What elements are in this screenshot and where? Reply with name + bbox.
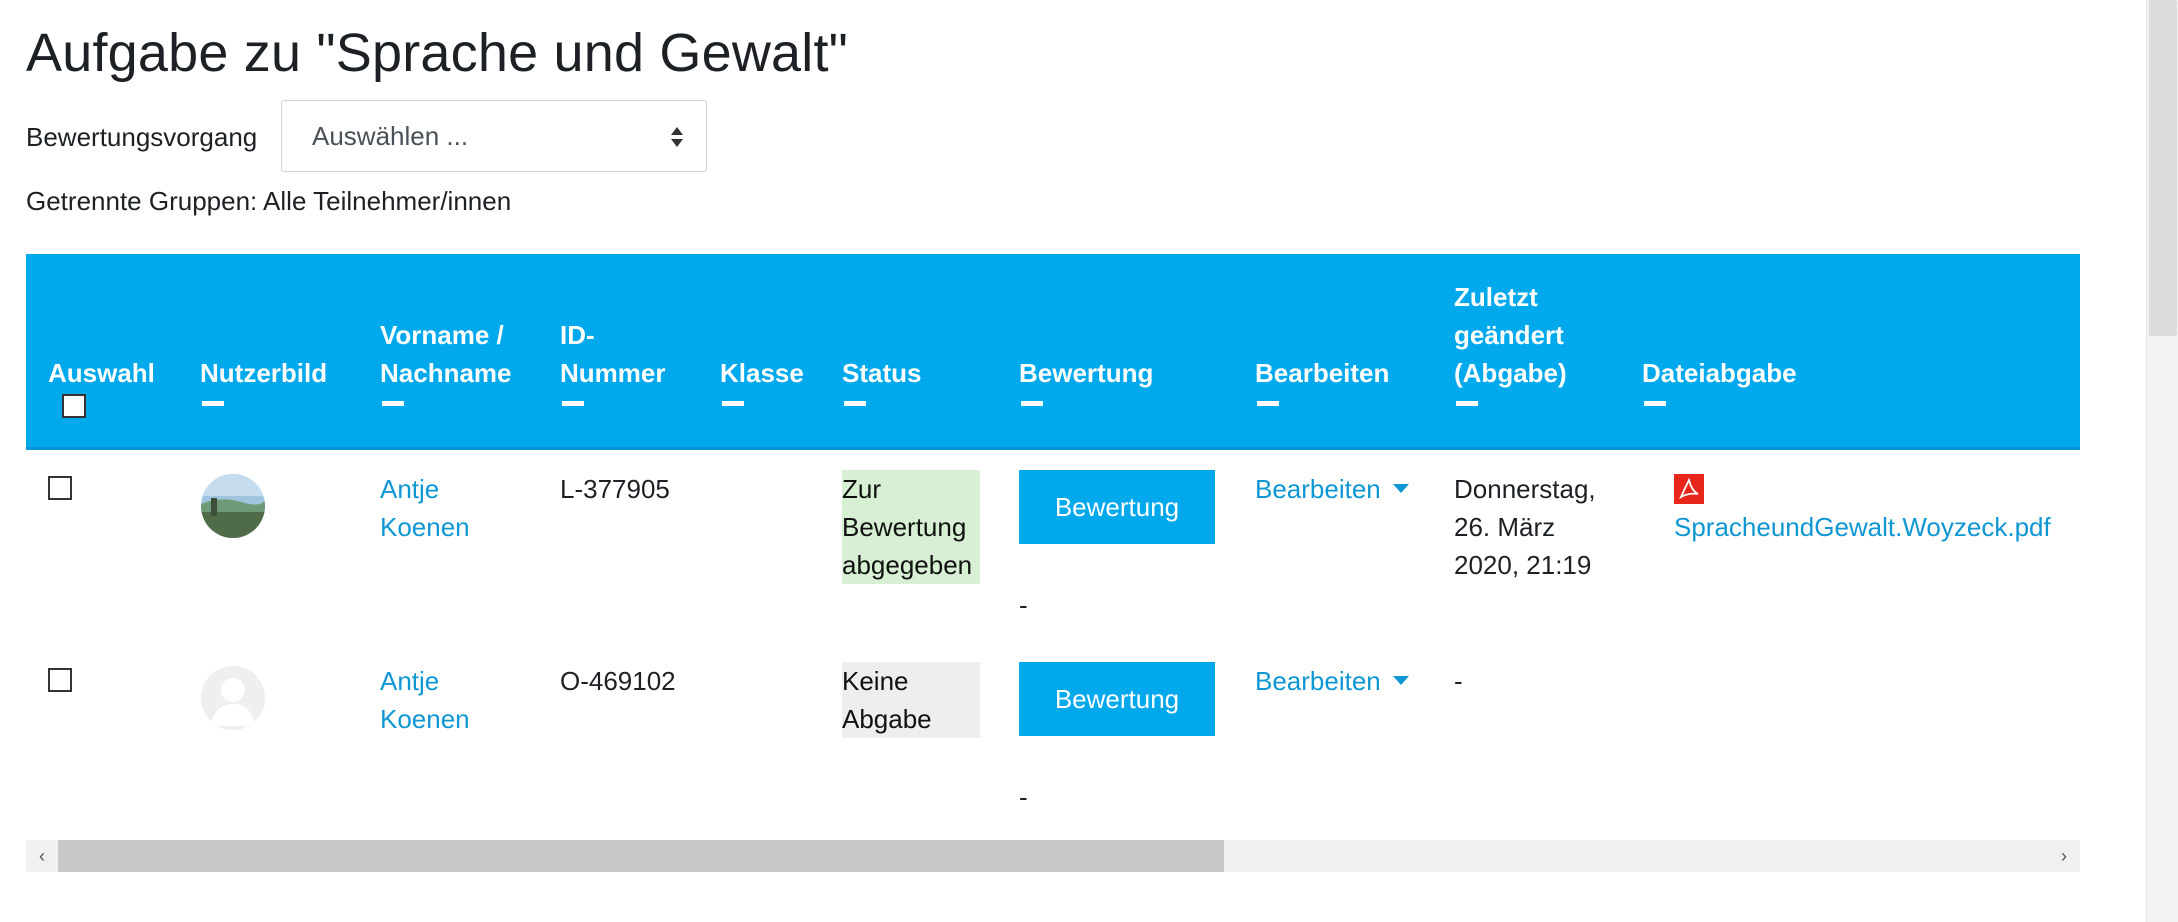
table-row: Antje Koenen O-469102 Keine Abgabe Bewer… <box>26 642 2080 834</box>
grade-button[interactable]: Bewertung <box>1019 662 1215 736</box>
header-klasse[interactable]: Klasse <box>720 354 804 406</box>
last-modified-line2: 26. März <box>1454 512 1556 542</box>
header-id-number[interactable]: ID- Nummer <box>560 316 665 406</box>
caret-down-icon <box>1392 675 1409 685</box>
vertical-scroll-thumb[interactable] <box>2149 0 2177 336</box>
header-file-submission[interactable]: Dateiabgabe <box>1642 354 1797 406</box>
id-number: O-469102 <box>560 666 676 696</box>
avatar-photo[interactable] <box>201 474 265 538</box>
status-line2: Abgabe <box>842 704 932 734</box>
collapse-icon[interactable] <box>202 401 224 406</box>
grading-action-label: Bewertungsvorgang <box>26 122 258 152</box>
edit-menu-label: Bearbeiten <box>1255 474 1381 504</box>
scroll-left-icon[interactable]: ‹ <box>26 840 58 872</box>
status-line3: abgegeben <box>842 550 973 580</box>
header-picture[interactable]: Nutzerbild <box>200 354 327 406</box>
row-select-checkbox[interactable] <box>48 476 72 500</box>
grade-value: - <box>1019 782 1028 812</box>
scroll-right-icon[interactable]: › <box>2048 840 2080 872</box>
grading-action-selected: Auswählen ... <box>312 121 469 151</box>
user-firstname: Antje <box>380 666 440 696</box>
header-name[interactable]: Vorname / Nachname <box>380 316 512 406</box>
user-lastname: Koenen <box>380 512 470 542</box>
header-select: Auswahl <box>48 354 155 392</box>
row-select-checkbox[interactable] <box>48 668 72 692</box>
user-name-link[interactable]: Antje Koenen <box>380 662 470 738</box>
last-modified: - <box>1454 666 1463 696</box>
header-grade[interactable]: Bewertung <box>1019 354 1153 406</box>
page-title: Aufgabe zu "Sprache und Gewalt" <box>26 23 849 83</box>
vertical-scrollbar[interactable] <box>2146 0 2178 922</box>
id-number: L-377905 <box>560 474 670 504</box>
collapse-icon[interactable] <box>1021 401 1043 406</box>
horizontal-scroll-thumb[interactable] <box>58 840 1224 872</box>
last-modified-line1: Donnerstag, <box>1454 474 1596 504</box>
collapse-icon[interactable] <box>562 401 584 406</box>
grade-button[interactable]: Bewertung <box>1019 470 1215 544</box>
collapse-icon[interactable] <box>844 401 866 406</box>
collapse-icon[interactable] <box>722 401 744 406</box>
header-modified-line3: (Abgabe) <box>1454 358 1567 388</box>
header-modified-line1: Zuletzt <box>1454 282 1538 312</box>
default-user-icon[interactable] <box>201 666 265 730</box>
header-last-modified[interactable]: Zuletzt geändert (Abgabe) <box>1454 278 1567 406</box>
collapse-icon[interactable] <box>382 401 404 406</box>
collapse-icon[interactable] <box>1257 401 1279 406</box>
submissions-table: Auswahl Nutzerbild Vorname / Nachname ID… <box>26 254 2080 874</box>
status-badge: Zur Bewertung abgegeben <box>842 470 980 584</box>
sort-arrows-icon <box>671 127 683 147</box>
header-picture-label: Nutzerbild <box>200 358 328 388</box>
status-line2: Bewertung <box>842 512 967 542</box>
header-name-line1: Vorname / <box>380 320 504 350</box>
user-name-link[interactable]: Antje Koenen <box>380 470 470 546</box>
header-klasse-label: Klasse <box>720 358 804 388</box>
header-edit-label: Bearbeiten <box>1255 358 1390 388</box>
header-edit[interactable]: Bearbeiten <box>1255 354 1389 406</box>
grading-action-select[interactable]: Auswählen ... <box>281 100 707 172</box>
edit-menu[interactable]: Bearbeiten <box>1255 470 1409 508</box>
file-submission-link[interactable]: SpracheundGewalt.Woyzeck.pdf <box>1674 508 2051 546</box>
header-file-label: Dateiabgabe <box>1642 358 1797 388</box>
header-id-line2: Nummer <box>560 358 666 388</box>
edit-menu[interactable]: Bearbeiten <box>1255 662 1409 700</box>
header-status[interactable]: Status <box>842 354 921 406</box>
status-line1: Keine <box>842 666 909 696</box>
caret-down-icon <box>1392 483 1409 493</box>
header-status-label: Status <box>842 358 922 388</box>
header-modified-line2: geändert <box>1454 320 1564 350</box>
collapse-icon[interactable] <box>1456 401 1478 406</box>
horizontal-scrollbar[interactable]: ‹ › <box>26 840 2080 872</box>
header-select-label: Auswahl <box>48 358 155 388</box>
status-line1: Zur <box>842 474 881 504</box>
last-modified-line3: 2020, 21:19 <box>1454 550 1592 580</box>
user-lastname: Koenen <box>380 704 470 734</box>
user-firstname: Antje <box>380 474 440 504</box>
status-badge: Keine Abgabe <box>842 662 980 738</box>
table-header: Auswahl Nutzerbild Vorname / Nachname ID… <box>26 254 2080 450</box>
table-row: Antje Koenen L-377905 Zur Bewertung abge… <box>26 450 2080 642</box>
edit-menu-label: Bearbeiten <box>1255 666 1381 696</box>
header-grade-label: Bewertung <box>1019 358 1154 388</box>
groups-selector-text: Getrennte Gruppen: Alle Teilnehmer/innen <box>26 186 512 216</box>
header-name-line2: Nachname <box>380 358 512 388</box>
pdf-icon <box>1674 474 1704 504</box>
collapse-icon[interactable] <box>1644 401 1666 406</box>
grade-value: - <box>1019 590 1028 620</box>
header-id-line1: ID- <box>560 320 595 350</box>
last-modified: Donnerstag, 26. März 2020, 21:19 <box>1454 470 1596 584</box>
select-all-checkbox[interactable] <box>62 394 86 418</box>
